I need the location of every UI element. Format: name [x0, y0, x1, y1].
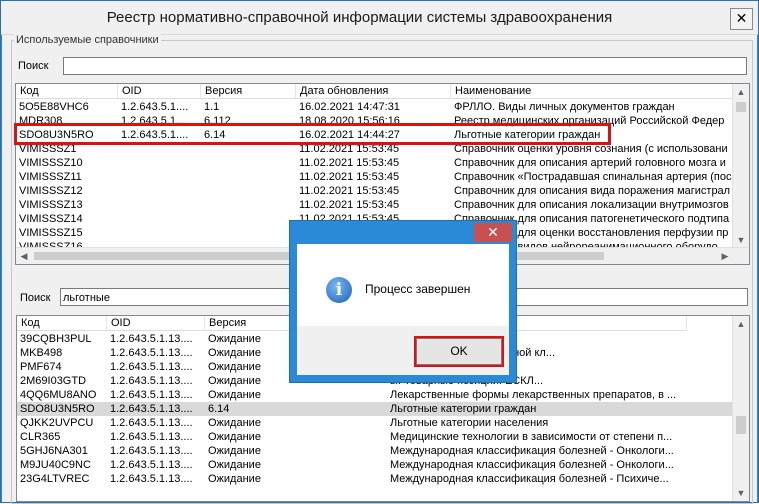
table-cell: 2M69I03GTD	[20, 375, 87, 387]
table-cell: Лекарственные формы лекарственных препар…	[390, 389, 677, 401]
table-cell: 1.2.643.5.1....	[121, 101, 189, 113]
table-cell: Международная классификация болезней - О…	[390, 445, 674, 457]
table-row[interactable]: 5O5E88VHC6 1.2.643.5.1.... 1.1 16.02.2021 1…	[16, 100, 749, 114]
scroll-thumb[interactable]	[736, 416, 746, 434]
message-dialog: ✕ i Процесс завершен OK	[289, 220, 517, 383]
table-cell: 1.1	[204, 101, 220, 113]
vertical-scrollbar[interactable]: ▲ ▼	[732, 84, 749, 248]
window-close-button[interactable]: ✕	[730, 8, 753, 30]
scroll-up-arrow-icon[interactable]: ▲	[733, 316, 749, 332]
table-cell: 1.2.643.5.1.13....	[110, 375, 193, 387]
table-cell: ФРЛЛО. Виды личных документов граждан	[454, 101, 675, 113]
table-row[interactable]: 5GHJ6NA301 1.2.643.5.1.13.... Ожидание Межд…	[17, 444, 749, 458]
column-header[interactable]: Версия	[201, 84, 296, 99]
table-cell: Ожидание	[208, 431, 261, 443]
table-cell: Ожидание	[208, 389, 261, 401]
window-title: Реестр нормативно-справочной информации …	[106, 9, 613, 26]
table-cell: VIMISSSZ13	[19, 199, 83, 211]
table-cell: Справочник для описания локализации внут…	[454, 199, 729, 211]
table-cell: 11.02.2021 15:53:45	[299, 199, 400, 211]
table-row[interactable]: VIMISSSZ13 11.02.2021 15:53:45 Справочник …	[16, 198, 749, 212]
table-cell: Ожидание	[208, 473, 261, 485]
table-cell: Международная классификация болезней - П…	[390, 473, 669, 485]
table-cell: Ожидание	[208, 417, 261, 429]
scroll-down-arrow-icon[interactable]: ▼	[733, 232, 749, 248]
column-header[interactable]: OID	[118, 84, 201, 99]
table-cell: Справочник «Пострадавшая спинальная арте…	[454, 171, 732, 183]
table-cell: 1.2.643.5.1.13....	[110, 347, 193, 359]
highlight-selected-row	[14, 123, 611, 145]
table-cell: 1.2.643.5.1.13....	[110, 333, 193, 345]
table-cell: 5GHJ6NA301	[20, 445, 88, 457]
table-cell: Льготные категории граждан	[390, 403, 537, 415]
table-row[interactable]: 4QQ6MU8ANO 1.2.643.5.1.13.... Ожидание Лека…	[17, 388, 749, 402]
table-cell: M9JU40C9NC	[20, 459, 91, 471]
table-cell: 39CQBH3PUL	[20, 333, 92, 345]
table-cell: 1.2.643.5.1.13....	[110, 361, 193, 373]
used-refs-legend: Используемые справочники	[14, 34, 161, 46]
table-row[interactable]: CLR365 1.2.643.5.1.13.... Ожидание Медицинс…	[17, 430, 749, 444]
column-header[interactable]: OID	[107, 316, 205, 331]
table-cell: 1.2.643.5.1.13....	[110, 459, 193, 471]
scroll-up-arrow-icon[interactable]: ▲	[733, 84, 749, 100]
table-cell: 11.02.2021 15:53:45	[299, 171, 400, 183]
table-cell: VIMISSSZ11	[19, 171, 82, 183]
table-cell: Международная классификация болезней - О…	[390, 459, 674, 471]
title-bar: Реестр нормативно-справочной информации …	[1, 1, 758, 35]
table-row[interactable]: 23G4LTVREC 1.2.643.5.1.13.... Ожидание Межд…	[17, 472, 749, 486]
scroll-left-arrow-icon[interactable]: ◀	[16, 248, 32, 264]
table-row[interactable]: VIMISSSZ11 11.02.2021 15:53:45 Справочник …	[16, 170, 749, 184]
scroll-right-arrow-icon[interactable]: ▶	[717, 248, 733, 264]
table-cell: VIMISSSZ10	[19, 157, 83, 169]
table-cell: Справочник для описания артерий головног…	[454, 157, 726, 169]
table-cell: 1.2.643.5.1.13....	[110, 389, 193, 401]
table-cell: 1.2.643.5.1.13....	[110, 431, 193, 443]
table-cell: 16.02.2021 14:47:31	[299, 101, 400, 113]
table-cell: Справочник для описания вида поражения м…	[454, 185, 731, 197]
table-row[interactable]: QJKK2UVPCU 1.2.643.5.1.13.... Ожидание Льго…	[17, 416, 749, 430]
table-cell: MKB498	[20, 347, 63, 359]
table-row[interactable]: SDO8U3N5RO 1.2.643.5.1.13.... 6.14 Льготные…	[17, 402, 749, 416]
table-cell: 1.2.643.5.1.13....	[110, 403, 193, 415]
scroll-thumb[interactable]	[736, 102, 746, 112]
table-row[interactable]: M9JU40C9NC 1.2.643.5.1.13.... Ожидание Межд…	[17, 458, 749, 472]
table-cell: 4QQ6MU8ANO	[20, 389, 97, 401]
scroll-down-arrow-icon[interactable]: ▼	[733, 485, 749, 501]
column-header[interactable]: Наименование	[451, 84, 733, 99]
column-header[interactable]: Код	[17, 316, 107, 331]
used-search-input[interactable]	[63, 57, 747, 75]
table-cell: Медицинские технологии в зависимости от …	[390, 431, 673, 443]
dialog-close-button[interactable]: ✕	[474, 223, 512, 242]
table-cell: 11.02.2021 15:53:45	[299, 185, 400, 197]
table-cell: PMF674	[20, 361, 62, 373]
table-cell: 1.2.643.5.1.13....	[110, 445, 193, 457]
table-cell: VIMISSSZ14	[19, 213, 83, 225]
dialog-message: Процесс завершен	[365, 282, 471, 296]
table-row[interactable]: VIMISSSZ12 11.02.2021 15:53:45 Справочник …	[16, 184, 749, 198]
table-cell: 11.02.2021 15:53:45	[299, 157, 400, 169]
info-icon: i	[326, 277, 352, 303]
table-cell: 6.14	[208, 403, 230, 415]
ok-button[interactable]: OK	[416, 338, 502, 365]
table-row[interactable]: VIMISSSZ10 11.02.2021 15:53:45 Справочник …	[16, 156, 749, 170]
table-cell: SDO8U3N5RO	[20, 403, 95, 415]
vertical-scrollbar[interactable]: ▲ ▼	[732, 316, 749, 501]
table-cell: CLR365	[20, 431, 61, 443]
table-cell: Ожидание	[208, 459, 261, 471]
column-header[interactable]: Код	[16, 84, 118, 99]
dialog-footer: OK	[297, 326, 509, 375]
table-cell: 5O5E88VHC6	[19, 101, 89, 113]
table-cell: 23G4LTVREC	[20, 473, 90, 485]
table-cell: 1.2.643.5.1.13....	[110, 473, 193, 485]
dialog-body: i Процесс завершен OK	[297, 244, 509, 375]
table-cell: Ожидание	[208, 445, 261, 457]
table-cell: VIMISSSZ15	[19, 227, 83, 239]
available-search-label: Поиск	[20, 292, 51, 304]
table-cell: Льготные категории населения	[390, 417, 549, 429]
used-search-label: Поиск	[18, 60, 49, 72]
table-cell: QJKK2UVPCU	[20, 417, 94, 429]
table-cell: VIMISSSZ12	[19, 185, 83, 197]
column-header[interactable]: Дата обновления	[296, 84, 451, 99]
table-cell: 1.2.643.5.1.13....	[110, 417, 193, 429]
